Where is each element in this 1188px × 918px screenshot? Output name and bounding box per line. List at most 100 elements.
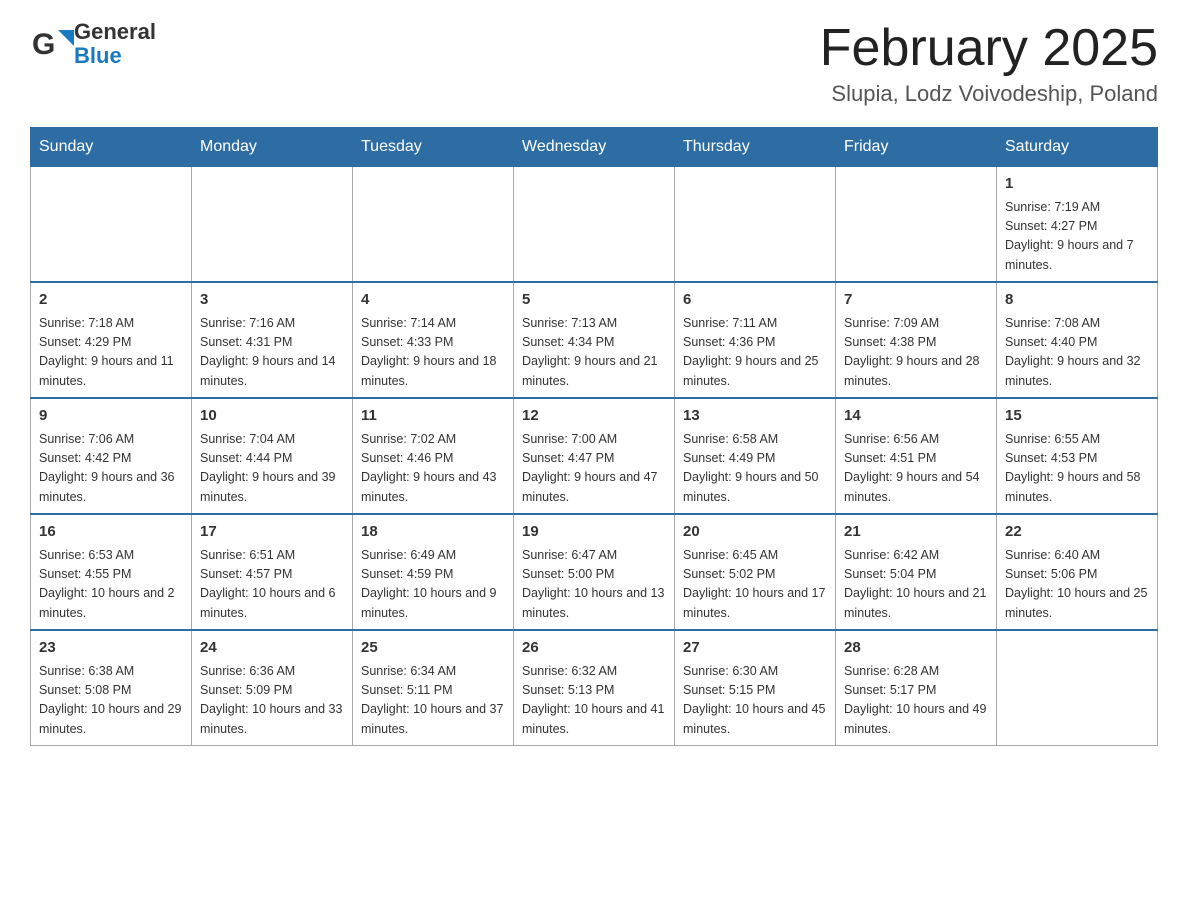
day-number: 19 (522, 521, 666, 544)
day-info: Sunrise: 7:14 AM Sunset: 4:33 PM Dayligh… (361, 314, 505, 392)
calendar-day-cell: 17Sunrise: 6:51 AM Sunset: 4:57 PM Dayli… (192, 514, 353, 630)
day-info: Sunrise: 7:06 AM Sunset: 4:42 PM Dayligh… (39, 430, 183, 508)
calendar-day-cell: 24Sunrise: 6:36 AM Sunset: 5:09 PM Dayli… (192, 630, 353, 746)
day-number: 2 (39, 289, 183, 312)
calendar-day-cell: 6Sunrise: 7:11 AM Sunset: 4:36 PM Daylig… (675, 282, 836, 398)
day-number: 22 (1005, 521, 1149, 544)
day-info: Sunrise: 6:47 AM Sunset: 5:00 PM Dayligh… (522, 546, 666, 624)
day-number: 24 (200, 637, 344, 660)
day-number: 17 (200, 521, 344, 544)
day-number: 25 (361, 637, 505, 660)
calendar-day-cell: 4Sunrise: 7:14 AM Sunset: 4:33 PM Daylig… (353, 282, 514, 398)
calendar-day-cell: 12Sunrise: 7:00 AM Sunset: 4:47 PM Dayli… (514, 398, 675, 514)
day-info: Sunrise: 6:38 AM Sunset: 5:08 PM Dayligh… (39, 662, 183, 740)
day-info: Sunrise: 6:32 AM Sunset: 5:13 PM Dayligh… (522, 662, 666, 740)
day-info: Sunrise: 7:08 AM Sunset: 4:40 PM Dayligh… (1005, 314, 1149, 392)
calendar-day-cell: 22Sunrise: 6:40 AM Sunset: 5:06 PM Dayli… (997, 514, 1158, 630)
calendar-day-cell: 18Sunrise: 6:49 AM Sunset: 4:59 PM Dayli… (353, 514, 514, 630)
month-title: February 2025 (820, 20, 1158, 77)
logo-blue: Blue (74, 43, 122, 68)
day-info: Sunrise: 6:34 AM Sunset: 5:11 PM Dayligh… (361, 662, 505, 740)
calendar-day-cell (31, 167, 192, 283)
calendar-day-cell: 23Sunrise: 6:38 AM Sunset: 5:08 PM Dayli… (31, 630, 192, 746)
calendar-day-cell: 3Sunrise: 7:16 AM Sunset: 4:31 PM Daylig… (192, 282, 353, 398)
calendar-day-cell (836, 167, 997, 283)
calendar-day-cell (514, 167, 675, 283)
day-info: Sunrise: 6:58 AM Sunset: 4:49 PM Dayligh… (683, 430, 827, 508)
day-info: Sunrise: 6:28 AM Sunset: 5:17 PM Dayligh… (844, 662, 988, 740)
calendar-day-cell: 26Sunrise: 6:32 AM Sunset: 5:13 PM Dayli… (514, 630, 675, 746)
calendar-day-cell: 19Sunrise: 6:47 AM Sunset: 5:00 PM Dayli… (514, 514, 675, 630)
day-info: Sunrise: 6:30 AM Sunset: 5:15 PM Dayligh… (683, 662, 827, 740)
page-header: G General Blue February 2025 Slupia, Lod… (30, 20, 1158, 107)
header-saturday: Saturday (997, 128, 1158, 167)
day-info: Sunrise: 7:18 AM Sunset: 4:29 PM Dayligh… (39, 314, 183, 392)
calendar-day-cell (997, 630, 1158, 746)
calendar-day-cell: 20Sunrise: 6:45 AM Sunset: 5:02 PM Dayli… (675, 514, 836, 630)
day-number: 26 (522, 637, 666, 660)
day-number: 5 (522, 289, 666, 312)
calendar-week-row: 16Sunrise: 6:53 AM Sunset: 4:55 PM Dayli… (31, 514, 1158, 630)
day-number: 8 (1005, 289, 1149, 312)
day-number: 6 (683, 289, 827, 312)
day-number: 13 (683, 405, 827, 428)
day-info: Sunrise: 6:55 AM Sunset: 4:53 PM Dayligh… (1005, 430, 1149, 508)
day-number: 23 (39, 637, 183, 660)
day-info: Sunrise: 7:16 AM Sunset: 4:31 PM Dayligh… (200, 314, 344, 392)
day-number: 18 (361, 521, 505, 544)
calendar-day-cell: 7Sunrise: 7:09 AM Sunset: 4:38 PM Daylig… (836, 282, 997, 398)
calendar-day-cell (192, 167, 353, 283)
calendar-day-cell: 5Sunrise: 7:13 AM Sunset: 4:34 PM Daylig… (514, 282, 675, 398)
day-number: 11 (361, 405, 505, 428)
header-wednesday: Wednesday (514, 128, 675, 167)
calendar-day-cell: 13Sunrise: 6:58 AM Sunset: 4:49 PM Dayli… (675, 398, 836, 514)
calendar-day-cell: 2Sunrise: 7:18 AM Sunset: 4:29 PM Daylig… (31, 282, 192, 398)
calendar-day-cell (675, 167, 836, 283)
header-monday: Monday (192, 128, 353, 167)
logo: G General Blue (30, 20, 156, 68)
day-number: 20 (683, 521, 827, 544)
day-info: Sunrise: 6:51 AM Sunset: 4:57 PM Dayligh… (200, 546, 344, 624)
day-info: Sunrise: 7:13 AM Sunset: 4:34 PM Dayligh… (522, 314, 666, 392)
calendar-day-cell: 10Sunrise: 7:04 AM Sunset: 4:44 PM Dayli… (192, 398, 353, 514)
day-info: Sunrise: 7:11 AM Sunset: 4:36 PM Dayligh… (683, 314, 827, 392)
day-info: Sunrise: 6:56 AM Sunset: 4:51 PM Dayligh… (844, 430, 988, 508)
location: Slupia, Lodz Voivodeship, Poland (820, 81, 1158, 107)
calendar-week-row: 2Sunrise: 7:18 AM Sunset: 4:29 PM Daylig… (31, 282, 1158, 398)
calendar-day-cell: 25Sunrise: 6:34 AM Sunset: 5:11 PM Dayli… (353, 630, 514, 746)
day-number: 21 (844, 521, 988, 544)
day-number: 1 (1005, 173, 1149, 196)
day-info: Sunrise: 7:09 AM Sunset: 4:38 PM Dayligh… (844, 314, 988, 392)
calendar-day-cell: 1Sunrise: 7:19 AM Sunset: 4:27 PM Daylig… (997, 167, 1158, 283)
day-info: Sunrise: 6:53 AM Sunset: 4:55 PM Dayligh… (39, 546, 183, 624)
day-number: 14 (844, 405, 988, 428)
calendar-day-cell: 27Sunrise: 6:30 AM Sunset: 5:15 PM Dayli… (675, 630, 836, 746)
logo-icon: G (30, 22, 74, 66)
day-number: 9 (39, 405, 183, 428)
day-info: Sunrise: 7:02 AM Sunset: 4:46 PM Dayligh… (361, 430, 505, 508)
calendar-header-row: Sunday Monday Tuesday Wednesday Thursday… (31, 128, 1158, 167)
day-number: 16 (39, 521, 183, 544)
logo-general: General (74, 19, 156, 44)
calendar-day-cell: 11Sunrise: 7:02 AM Sunset: 4:46 PM Dayli… (353, 398, 514, 514)
title-section: February 2025 Slupia, Lodz Voivodeship, … (820, 20, 1158, 107)
day-info: Sunrise: 7:04 AM Sunset: 4:44 PM Dayligh… (200, 430, 344, 508)
calendar-day-cell (353, 167, 514, 283)
day-number: 4 (361, 289, 505, 312)
day-number: 10 (200, 405, 344, 428)
header-sunday: Sunday (31, 128, 192, 167)
day-info: Sunrise: 6:49 AM Sunset: 4:59 PM Dayligh… (361, 546, 505, 624)
calendar-week-row: 1Sunrise: 7:19 AM Sunset: 4:27 PM Daylig… (31, 167, 1158, 283)
calendar-day-cell: 14Sunrise: 6:56 AM Sunset: 4:51 PM Dayli… (836, 398, 997, 514)
day-number: 15 (1005, 405, 1149, 428)
header-tuesday: Tuesday (353, 128, 514, 167)
day-number: 7 (844, 289, 988, 312)
header-friday: Friday (836, 128, 997, 167)
day-number: 28 (844, 637, 988, 660)
day-info: Sunrise: 6:36 AM Sunset: 5:09 PM Dayligh… (200, 662, 344, 740)
calendar-day-cell: 21Sunrise: 6:42 AM Sunset: 5:04 PM Dayli… (836, 514, 997, 630)
day-number: 12 (522, 405, 666, 428)
calendar-day-cell: 28Sunrise: 6:28 AM Sunset: 5:17 PM Dayli… (836, 630, 997, 746)
calendar-day-cell: 8Sunrise: 7:08 AM Sunset: 4:40 PM Daylig… (997, 282, 1158, 398)
calendar-day-cell: 15Sunrise: 6:55 AM Sunset: 4:53 PM Dayli… (997, 398, 1158, 514)
